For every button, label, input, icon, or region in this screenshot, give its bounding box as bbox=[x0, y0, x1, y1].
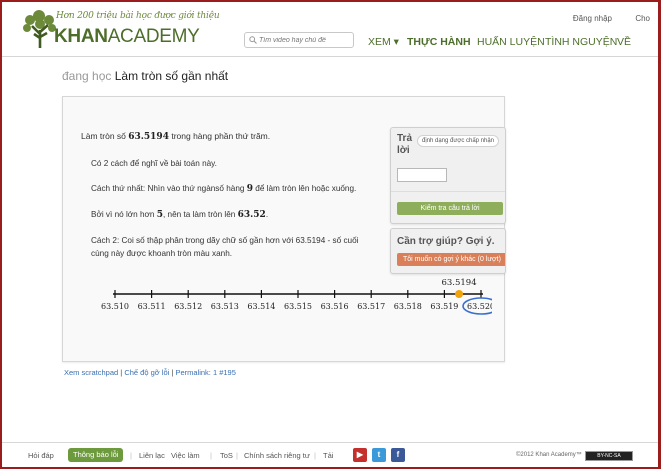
answer-input[interactable] bbox=[397, 168, 447, 182]
hint-2: Cách thứ nhất: Nhìn vào thứ ngànsố hàng … bbox=[91, 183, 356, 195]
footer-download[interactable]: Tải bbox=[323, 451, 333, 460]
scratchpad-link[interactable]: Xem scratchpad bbox=[64, 368, 118, 377]
logo-bold: KHAN bbox=[54, 26, 108, 47]
check-answer-button[interactable]: Kiểm tra câu trả lời bbox=[397, 202, 503, 215]
report-bug-button[interactable]: Thông báo lỗi bbox=[68, 448, 124, 462]
number-line-tick-label: 63.511 bbox=[138, 302, 166, 311]
problem-number: 63.5194 bbox=[128, 132, 169, 142]
accepted-formats-button[interactable]: định dạng được chấp nhận bbox=[417, 135, 500, 147]
footer-jobs[interactable]: Việc làm bbox=[171, 451, 200, 460]
search-input[interactable] bbox=[259, 34, 351, 46]
facebook-icon[interactable]: f bbox=[391, 448, 405, 462]
exercise-links: Xem scratchpad | Chế độ gỡ lỗi | Permali… bbox=[64, 368, 236, 377]
footer-tos[interactable]: ToS bbox=[220, 451, 233, 460]
debug-mode-link[interactable]: Chế độ gỡ lỗi bbox=[124, 368, 169, 377]
logo-wordmark[interactable]: KHANACADEMY bbox=[54, 26, 200, 48]
breadcrumb: đang học Làm tròn số gần nhất bbox=[62, 69, 228, 83]
breadcrumb-prefix: đang học bbox=[62, 69, 112, 83]
hint-3-pre: Bởi vì nó lớn hơn bbox=[91, 210, 157, 219]
number-line-tick-label: 63.517 bbox=[357, 302, 385, 311]
number-line-tick-label: 63.513 bbox=[211, 302, 239, 311]
number-line-tick-label: 63.519 bbox=[430, 302, 458, 311]
hint-3-num2: 63.52 bbox=[237, 210, 266, 220]
answer-title: Trả lời bbox=[397, 133, 413, 156]
copyright: ©2012 Khan Academy™ bbox=[516, 452, 582, 458]
number-line: 63.510 63.511 63.512 63.513 63.514 63.515 63.5… bbox=[101, 278, 492, 315]
get-hint-button[interactable]: Tôi muốn có gợi ý khác (0 lượt) bbox=[397, 253, 505, 266]
hint-2-post: để làm tròn lên hoặc xuống. bbox=[252, 184, 357, 193]
twitter-icon[interactable]: t bbox=[372, 448, 386, 462]
footer: Hỏi đáp Thông báo lỗi | Liên lạc Việc là… bbox=[2, 446, 658, 466]
hint-3-mid: , nên ta làm tròn lên bbox=[162, 210, 238, 219]
footer-faq[interactable]: Hỏi đáp bbox=[28, 451, 54, 460]
nav-about[interactable]: VỀ bbox=[617, 36, 631, 48]
value-marker-point bbox=[455, 290, 464, 298]
header-divider bbox=[2, 56, 658, 57]
link-separator: | bbox=[120, 368, 123, 377]
nav-practice[interactable]: THỰC HÀNH bbox=[407, 36, 471, 48]
link-separator: | bbox=[171, 368, 174, 377]
page: Hơn 200 triệu bài học được giới thiệu KH… bbox=[2, 2, 658, 467]
header: Hơn 200 triệu bài học được giới thiệu KH… bbox=[2, 2, 658, 58]
footer-contact[interactable]: Liên lạc bbox=[139, 451, 165, 460]
tagline: Hơn 200 triệu bài học được giới thiệu bbox=[56, 11, 220, 21]
login-link[interactable]: Đăng nhập bbox=[573, 14, 612, 23]
permalink-link[interactable]: Permalink: 1 #195 bbox=[175, 368, 235, 377]
nav-coach[interactable]: HUẤN LUYỆN bbox=[477, 36, 545, 48]
answer-divider bbox=[391, 191, 505, 192]
footer-divider bbox=[2, 442, 658, 443]
footer-separator: | bbox=[314, 451, 316, 460]
search-box[interactable] bbox=[244, 32, 354, 48]
donate-link[interactable]: Cho bbox=[635, 14, 650, 23]
problem-text-before: Làm tròn số bbox=[81, 131, 129, 141]
tree-logo-icon[interactable] bbox=[22, 10, 58, 48]
footer-separator: | bbox=[236, 451, 238, 460]
footer-separator: | bbox=[210, 451, 212, 460]
help-panel: Cần trợ giúp? Gợi ý. Tôi muốn có gợi ý k… bbox=[390, 228, 506, 274]
number-line-tick-label: 63.514 bbox=[247, 302, 275, 311]
number-line-tick-label: 63.516 bbox=[321, 302, 349, 311]
answer-panel: Trả lời định dạng được chấp nhận Kiểm tr… bbox=[390, 127, 506, 224]
cc-license-badge[interactable]: BY-NC-SA bbox=[585, 451, 633, 461]
number-line-tick-label: 63.518 bbox=[394, 302, 422, 311]
search-icon bbox=[249, 36, 257, 44]
nav-volunteer[interactable]: TÌNH NGUYỆN bbox=[545, 36, 617, 48]
problem-statement: Làm tròn số 63.5194 trong hàng phần thứ … bbox=[81, 131, 270, 142]
number-line-tick-label: 63.510 bbox=[101, 302, 129, 311]
footer-separator: | bbox=[130, 451, 132, 460]
footer-privacy[interactable]: Chính sách riêng tư bbox=[244, 451, 310, 460]
nav-watch[interactable]: XEM ▾ bbox=[368, 36, 399, 48]
youtube-icon[interactable]: ▶ bbox=[353, 448, 367, 462]
hint-4-line-2: cùng này được khoanh tròn màu xanh. bbox=[91, 249, 233, 258]
logo-rest: ACADEMY bbox=[107, 26, 200, 47]
hint-2-pre: Cách thứ nhất: Nhìn vào thứ ngànsố hàng bbox=[91, 184, 247, 193]
hint-1: Có 2 cách để nghĩ về bài toán này. bbox=[91, 159, 217, 168]
page-title: Làm tròn số gần nhất bbox=[114, 69, 229, 83]
help-title: Cần trợ giúp? Gợi ý. bbox=[397, 236, 495, 247]
value-marker-label: 63.5194 bbox=[441, 278, 476, 288]
hint-4-line-1: Cách 2: Coi số thập phân trong dãy chữ s… bbox=[91, 236, 359, 245]
number-line-tick-label: 63.512 bbox=[174, 302, 202, 311]
number-line-tick-label: 63.520 bbox=[467, 302, 492, 311]
problem-text-after: trong hàng phần thứ trăm. bbox=[168, 131, 271, 141]
hint-3: Bởi vì nó lớn hơn 5, nên ta làm tròn lên… bbox=[91, 209, 268, 221]
hint-3-post: . bbox=[265, 210, 269, 219]
number-line-tick-label: 63.515 bbox=[284, 302, 312, 311]
